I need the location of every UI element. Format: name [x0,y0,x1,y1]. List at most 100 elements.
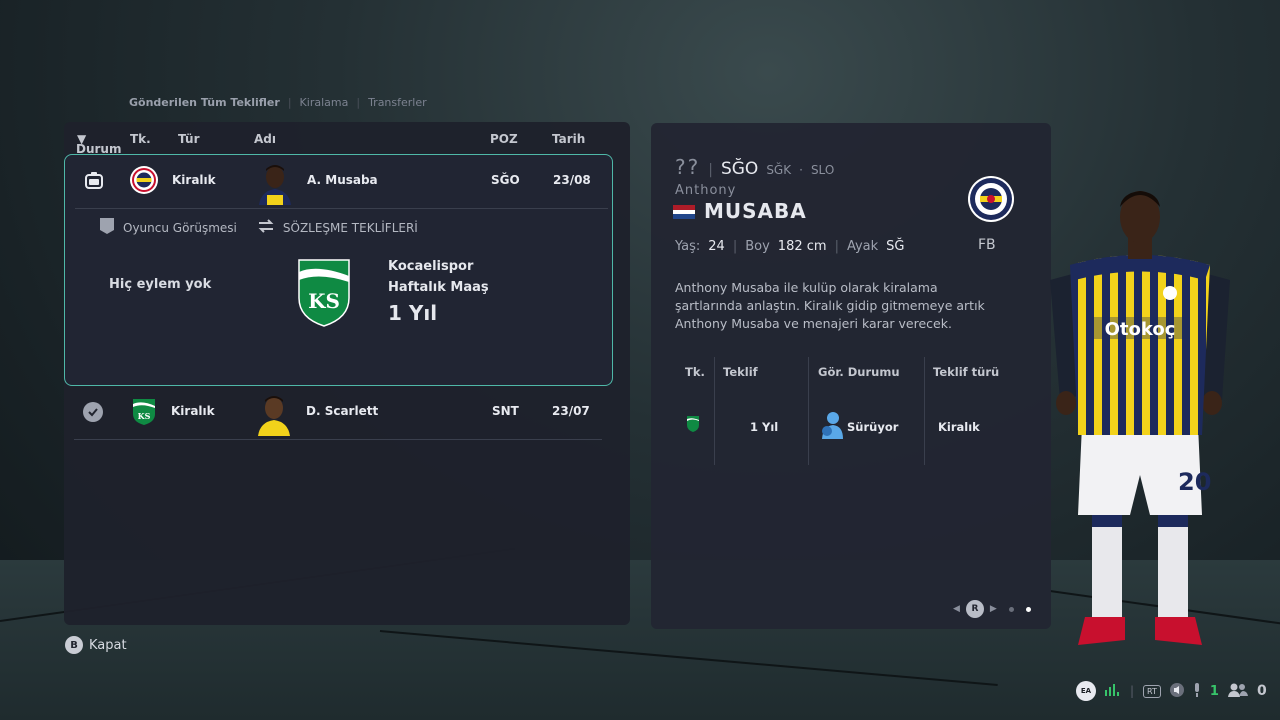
page-indicator[interactable]: ◀ R ▶ [953,600,1031,618]
foot-value: SĞ [886,239,905,254]
divider [924,357,925,465]
player-alt-position: SĞK [766,163,792,177]
separator: | [708,162,713,178]
offer-summary-table: Tk. Teklif Gör. Durumu Teklif türü 1 Yıl… [675,357,1029,467]
breadcrumb-loans[interactable]: Kiralama [300,96,349,109]
header-date[interactable]: Tarih [552,132,585,146]
offer-wage-label: Haftalık Maaş [388,280,489,295]
voice-count: 1 [1209,683,1219,699]
row-type: Kiralık [172,173,216,187]
ea-logo-icon: EA [1076,681,1096,701]
chevron-left-icon[interactable]: ◀ [953,604,960,614]
no-action-text: Hiç eylem yok [109,277,212,292]
header-club[interactable]: Tk. [130,132,151,146]
player-stats: Yaş: 24 | Boy 182 cm | Ayak SĞ [675,239,904,254]
offer-description: Anthony Musaba ile kulüp olarak kiralama… [675,280,985,331]
foot-label: Ayak [846,239,879,254]
b-button-icon: B [65,636,83,654]
tab-label: Oyuncu Görüşmesi [123,220,237,235]
breadcrumb-separator: | [356,96,361,109]
row-position: SNT [492,404,519,418]
shorts-number: 20 [1178,468,1211,496]
player-positions: ?? | SĞO SĞK · SLO [675,155,834,179]
friends-count: 0 [1256,683,1267,699]
breadcrumb-transfers[interactable]: Transferler [368,96,427,109]
player-3d-model: 20 Otokoç [1030,185,1250,655]
age-label: Yaş: [675,239,701,254]
table-row[interactable]: Kiralık A. Musaba SĞO 23/08 [65,155,614,207]
table-header: Durum ▼ Tk. Tür Adı POZ Tarih [64,122,630,156]
expanded-offer-row[interactable]: Kiralık A. Musaba SĞO 23/08 Oyuncu Görüş… [64,154,613,386]
row-player-name: D. Scarlett [306,404,379,418]
check-icon [83,402,103,422]
divider [714,357,715,465]
kocaelispor-crest-icon [686,415,700,433]
breadcrumb-separator: | [287,96,292,109]
player-first-name: Anthony [675,183,737,198]
speaker-icon [1169,682,1184,700]
row-date: 23/08 [553,173,591,187]
offer-type: Kiralık [938,420,980,434]
tab-player-interview[interactable]: Oyuncu Görüşmesi [99,217,237,238]
player-avatar [255,161,295,205]
offer-club-name: Kocaelispor [388,259,474,274]
header-type[interactable]: Tür [178,132,200,146]
divider [75,208,608,209]
breadcrumb: Gönderilen Tüm Teklifler | Kiralama | Tr… [129,96,427,109]
player-detail-panel: ?? | SĞO SĞK · SLO Anthony MUSABA Yaş: 2… [651,123,1051,629]
rt-button-icon: RT [1143,684,1161,698]
separator: | [1130,684,1135,698]
separator: | [834,239,839,254]
svg-text:KS: KS [138,411,151,421]
header-offer-type: Teklif türü [933,365,1000,379]
offers-list-panel: Durum ▼ Tk. Tür Adı POZ Tarih Kiralık A. … [64,122,630,625]
age-value: 24 [708,239,725,254]
close-button[interactable]: B Kapat [65,636,127,654]
r-button-icon[interactable]: R [965,600,984,618]
header-name[interactable]: Adı [254,132,276,146]
row-player-name: A. Musaba [307,173,378,187]
row-date: 23/07 [552,404,590,418]
shield-icon [99,217,115,238]
height-value: 182 cm [777,239,827,254]
netherlands-flag-icon [673,205,695,219]
offer-duration: 1 Yıl [388,301,438,325]
negotiation-icon [84,171,104,191]
row-position: SĞO [491,173,520,187]
player-rating-unknown: ?? [675,155,701,179]
separator: | [732,239,738,254]
club-short-name: FB [978,237,996,253]
player-main-position: SĞO [720,159,759,179]
header-club: Tk. [685,365,705,379]
tab-contract-offers[interactable]: SÖZLEŞME TEKLİFLERİ [257,217,418,238]
player-last-name: MUSABA [704,199,807,223]
player-avatar [254,392,294,436]
height-label: Boy [745,239,770,254]
header-position[interactable]: POZ [490,132,518,146]
negotiation-status: Sürüyor [847,420,899,434]
player-alt-position: SLO [810,163,835,177]
page-dot [1008,606,1014,612]
kocaelispor-crest-icon: KS [132,398,156,426]
header-status[interactable]: Durum ▼ [76,132,121,156]
header-negotiation-status: Gör. Durumu [818,365,900,379]
crest-letters: KS [308,289,340,313]
friends-icon [1227,683,1248,700]
table-row[interactable]: KS Kiralık D. Scarlett SNT 23/07 [64,386,613,438]
offer-sub-tabs: Oyuncu Görüşmesi SÖZLEŞME TEKLİFLERİ [99,217,418,238]
jersey-sponsor: Otokoç [1105,319,1176,340]
divider [808,357,809,465]
tab-label: SÖZLEŞME TEKLİFLERİ [282,220,418,235]
separator-dot: · [799,163,803,177]
system-status-bar: EA | RT 1 0 [1076,681,1267,701]
swap-arrows-icon [257,218,275,237]
chevron-right-icon[interactable]: ▶ [990,604,997,614]
signal-bars-icon [1105,683,1121,699]
agent-person-icon [820,411,844,439]
fenerbahce-crest-icon [129,165,159,195]
row-type: Kiralık [171,404,215,418]
microphone-icon [1193,682,1201,700]
breadcrumb-all-offers[interactable]: Gönderilen Tüm Teklifler [129,96,280,109]
divider [74,439,602,440]
kocaelispor-crest-icon: KS [297,258,351,328]
